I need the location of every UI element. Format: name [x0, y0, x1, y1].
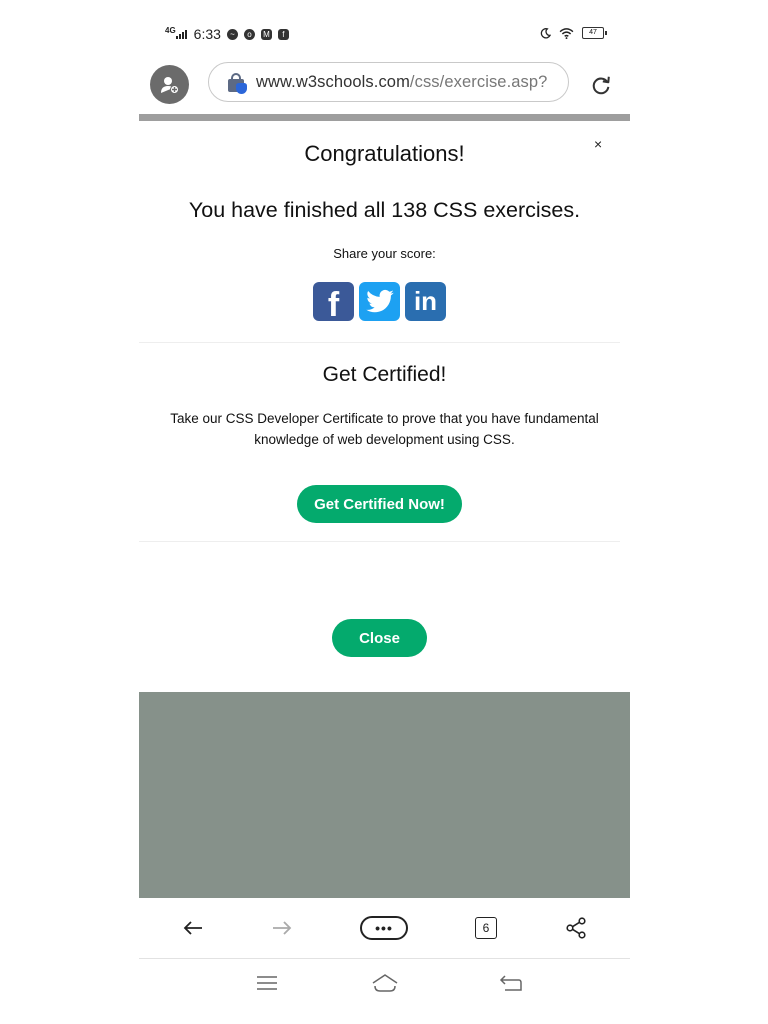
- certificate-title: Get Certified!: [322, 363, 447, 386]
- battery-level: 47: [589, 29, 597, 36]
- share-button[interactable]: [564, 910, 588, 946]
- back-arrow-icon: [499, 975, 522, 991]
- congratulations-modal: × Congratulations! You have finished all…: [139, 121, 630, 692]
- tab-switcher-button[interactable]: 6: [475, 917, 497, 939]
- menu-button[interactable]: •••: [360, 916, 408, 940]
- wifi-icon: [559, 27, 574, 39]
- battery-icon: 47: [582, 27, 607, 39]
- status-right: 47: [540, 27, 607, 39]
- twitter-share-button[interactable]: [359, 282, 400, 321]
- get-certified-button[interactable]: Get Certified Now!: [297, 485, 462, 523]
- moon-icon: [540, 27, 551, 39]
- modal-title: Congratulations!: [304, 141, 465, 166]
- user-add-icon: [160, 76, 179, 94]
- forward-button[interactable]: [268, 910, 296, 946]
- phone-screen: 4G 6:33 ~ o M f 47 www.w3schools.com/css…: [139, 0, 630, 1024]
- url-text: www.w3schools.com/css/exercise.asp?: [256, 73, 547, 92]
- url-bar[interactable]: www.w3schools.com/css/exercise.asp?: [208, 62, 569, 102]
- clock: 6:33: [193, 26, 221, 42]
- network-indicator: 4G: [165, 26, 176, 35]
- messenger-icon: ~: [226, 28, 238, 40]
- chrome-icon: o: [243, 28, 255, 40]
- facebook-icon: f: [327, 286, 340, 324]
- arrow-right-icon: [273, 921, 292, 935]
- twitter-icon: [365, 289, 394, 312]
- system-back-button[interactable]: [499, 972, 523, 994]
- finished-message: You have finished all 138 CSS exercises.: [188, 198, 581, 222]
- status-bar: 4G 6:33 ~ o M f 47: [139, 22, 630, 46]
- arrow-left-icon: [183, 921, 202, 935]
- home-icon: [372, 974, 398, 992]
- lock-shield-icon: [227, 73, 247, 94]
- share-label: Share your score:: [333, 246, 436, 261]
- home-button[interactable]: [371, 972, 399, 994]
- url-domain: www.w3schools.com: [256, 72, 410, 91]
- close-button[interactable]: Close: [332, 619, 427, 657]
- divider: [139, 342, 620, 343]
- page-load-bar: [139, 114, 630, 121]
- overlay-background: [139, 692, 630, 898]
- divider: [139, 541, 620, 542]
- social-share-buttons: f in: [313, 282, 446, 324]
- address-bar: www.w3schools.com/css/exercise.asp?: [139, 60, 630, 110]
- back-button[interactable]: [179, 910, 207, 946]
- linkedin-share-button[interactable]: in: [405, 282, 446, 321]
- mail-icon: M: [260, 28, 272, 40]
- reload-icon[interactable]: [590, 74, 612, 96]
- status-left: 4G 6:33 ~ o M f: [165, 26, 289, 42]
- recent-apps-button[interactable]: [256, 972, 278, 994]
- hamburger-icon: [257, 976, 277, 990]
- facebook-share-button[interactable]: f: [313, 282, 354, 324]
- signal-icon: [175, 29, 187, 39]
- system-navigation-bar: [139, 958, 630, 1008]
- url-path: /css/exercise.asp?: [409, 72, 548, 91]
- certificate-description: Take our CSS Developer Certificate to pr…: [170, 411, 599, 447]
- share-icon: [566, 917, 586, 939]
- linkedin-icon: in: [413, 286, 438, 316]
- browser-toolbar: ••• 6: [139, 898, 630, 959]
- account-avatar-button[interactable]: [150, 65, 189, 104]
- facebook-icon: f: [277, 28, 289, 40]
